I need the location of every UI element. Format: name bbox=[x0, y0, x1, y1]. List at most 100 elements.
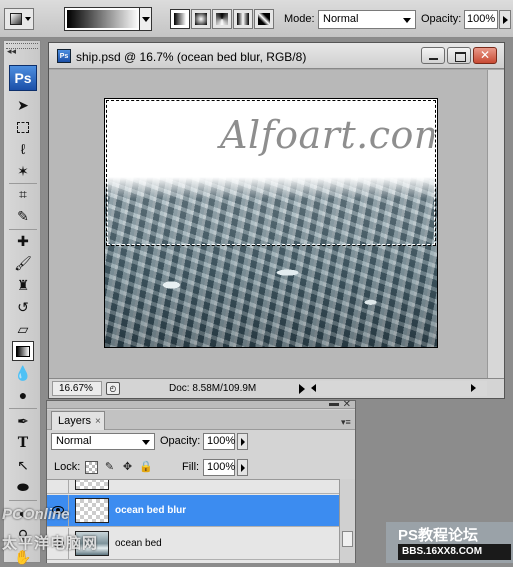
dodge-tool-icon[interactable]: ● bbox=[12, 385, 34, 405]
marquee-tool-icon[interactable] bbox=[12, 117, 34, 137]
gradient-picker[interactable] bbox=[64, 7, 152, 31]
diamond-gradient-icon bbox=[258, 13, 270, 25]
psd-file-icon: Ps bbox=[57, 49, 71, 63]
fill-input[interactable]: 100% bbox=[203, 459, 235, 476]
type-tool-icon[interactable]: T bbox=[12, 433, 34, 453]
blur-tool-icon[interactable]: 💧 bbox=[12, 363, 34, 383]
close-button[interactable]: ✕ bbox=[473, 47, 497, 64]
gradient-type-group bbox=[170, 9, 274, 29]
layer-thumbnail bbox=[75, 480, 109, 490]
mode-label: Mode: bbox=[284, 13, 315, 25]
lock-label: Lock: bbox=[54, 461, 81, 473]
toolbox: ◂◂ Ps ➤ ℓ ✶ ⌗ ✎ ✚ 🖌 ♜ ↺ ▱ 💧 ● ✒ T ↖ ⬬ ◐ … bbox=[3, 40, 41, 565]
mode-select[interactable]: Normal bbox=[318, 10, 416, 29]
clone-stamp-tool-icon[interactable]: ♜ bbox=[12, 275, 34, 295]
fill-slider-button[interactable] bbox=[237, 459, 248, 476]
options-bar: Mode: Normal Opacity: 100% bbox=[0, 0, 513, 38]
pen-tool-icon[interactable]: ✒ bbox=[12, 411, 34, 431]
layer-name: water bbox=[115, 480, 139, 483]
diamond-gradient-button[interactable] bbox=[254, 9, 274, 29]
document-size-info: Doc: 8.58M/109.9M bbox=[169, 383, 257, 394]
layer-row-ocean-bed-blur[interactable]: ocean bed blur bbox=[47, 495, 339, 527]
tab-layers-label: Layers bbox=[58, 415, 92, 427]
layer-opacity-slider-button[interactable] bbox=[237, 433, 248, 450]
forum-watermark-title: PS教程论坛 bbox=[398, 527, 479, 544]
pconline-watermark: PCOnline bbox=[2, 506, 70, 523]
panel-minimize-icon[interactable]: ▬ bbox=[329, 398, 339, 409]
opacity-label: Opacity: bbox=[421, 13, 462, 25]
fill-label: Fill: bbox=[182, 461, 200, 473]
eraser-tool-icon[interactable]: ▱ bbox=[12, 319, 34, 339]
status-menu-arrow-icon[interactable] bbox=[299, 384, 305, 394]
lock-all-icon[interactable]: 🔒 bbox=[139, 461, 153, 474]
lasso-tool-icon[interactable]: ℓ bbox=[12, 139, 34, 159]
lock-position-icon[interactable]: ✥ bbox=[121, 461, 134, 474]
tab-layers[interactable]: Layers × bbox=[51, 411, 105, 430]
gradient-tool-icon[interactable] bbox=[12, 341, 34, 361]
minimize-button[interactable] bbox=[421, 47, 445, 64]
brush-tool-icon[interactable]: 🖌 bbox=[12, 253, 34, 273]
reflected-gradient-button[interactable] bbox=[233, 9, 253, 29]
toolbox-divider bbox=[9, 229, 37, 230]
collapse-icon[interactable]: ◂◂ bbox=[7, 46, 16, 57]
scroll-left-icon[interactable] bbox=[311, 384, 316, 392]
gradient-preview bbox=[67, 10, 139, 28]
layer-thumbnail bbox=[75, 498, 109, 523]
status-info-icon[interactable]: ◴ bbox=[106, 382, 120, 395]
angle-gradient-icon bbox=[216, 13, 228, 25]
document-window: Ps ship.psd @ 16.7% (ocean bed blur, RGB… bbox=[48, 42, 505, 399]
healing-brush-tool-icon[interactable]: ✚ bbox=[12, 231, 34, 251]
status-bar: 16.67% ◴ Doc: 8.58M/109.9M bbox=[49, 378, 504, 398]
history-brush-tool-icon[interactable]: ↺ bbox=[12, 297, 34, 317]
panel-tab-row: Layers × ▾≡ bbox=[47, 410, 355, 430]
toolbox-divider bbox=[9, 408, 37, 409]
maximize-button[interactable] bbox=[447, 47, 471, 64]
photoshop-logo[interactable]: Ps bbox=[9, 65, 37, 91]
radial-gradient-button[interactable] bbox=[191, 9, 211, 29]
forum-watermark-url: BBS.16XX8.COM bbox=[398, 544, 511, 560]
document-title-bar[interactable]: Ps ship.psd @ 16.7% (ocean bed blur, RGB… bbox=[49, 43, 504, 69]
opacity-input[interactable]: 100% bbox=[464, 10, 498, 29]
pconline-cn-watermark: 太平洋电脑网 bbox=[2, 535, 99, 552]
scrollbar-thumb[interactable] bbox=[342, 531, 353, 547]
tool-preset-icon bbox=[10, 13, 22, 25]
scroll-right-icon[interactable] bbox=[471, 384, 476, 392]
path-selection-tool-icon[interactable]: ↖ bbox=[12, 455, 34, 475]
slice-tool-icon[interactable]: ✎ bbox=[12, 206, 34, 226]
canvas-image[interactable]: Alfoart.com bbox=[104, 98, 438, 348]
vertical-scrollbar[interactable] bbox=[487, 70, 504, 378]
horizontal-scrollbar[interactable] bbox=[311, 381, 487, 396]
lock-pixels-icon[interactable]: ✎ bbox=[103, 461, 116, 474]
crop-tool-icon[interactable]: ⌗ bbox=[12, 184, 34, 204]
linear-gradient-button[interactable] bbox=[170, 9, 190, 29]
gradient-dropdown-button[interactable] bbox=[139, 8, 151, 30]
radial-gradient-icon bbox=[195, 13, 207, 25]
panel-menu-icon[interactable]: ▾≡ bbox=[341, 417, 351, 428]
reflected-gradient-icon bbox=[237, 13, 249, 25]
layer-opacity-label: Opacity: bbox=[160, 435, 201, 447]
layer-list-scrollbar[interactable] bbox=[339, 479, 355, 563]
canvas-area[interactable]: Alfoart.com bbox=[49, 70, 487, 378]
layer-opacity-input[interactable]: 100% bbox=[203, 433, 235, 450]
angle-gradient-button[interactable] bbox=[212, 9, 232, 29]
magic-wand-tool-icon[interactable]: ✶ bbox=[12, 161, 34, 181]
chevron-down-icon bbox=[25, 17, 31, 21]
opacity-slider-button[interactable] bbox=[499, 10, 511, 29]
lock-transparency-icon[interactable] bbox=[85, 461, 98, 474]
panel-header[interactable]: ▬ ✕ bbox=[47, 398, 355, 410]
linear-gradient-icon bbox=[174, 13, 186, 25]
layer-name: ocean bed bbox=[115, 538, 162, 549]
layer-name: ocean bed blur bbox=[115, 505, 187, 516]
panel-close-icon[interactable]: ✕ bbox=[343, 399, 351, 410]
document-title: ship.psd @ 16.7% (ocean bed blur, RGB/8) bbox=[76, 50, 307, 64]
visibility-toggle[interactable] bbox=[47, 480, 69, 493]
blend-mode-select[interactable]: Normal bbox=[51, 433, 155, 450]
toolbox-divider bbox=[9, 500, 37, 501]
marquee-selection bbox=[106, 100, 436, 246]
tool-preset-picker[interactable] bbox=[4, 8, 34, 30]
shape-tool-icon[interactable]: ⬬ bbox=[12, 477, 34, 497]
zoom-level-field[interactable]: 16.67% bbox=[52, 381, 102, 396]
tab-close-icon[interactable]: × bbox=[95, 416, 101, 427]
move-tool-icon[interactable]: ➤ bbox=[12, 95, 34, 115]
layer-row-water[interactable]: water bbox=[47, 480, 339, 494]
